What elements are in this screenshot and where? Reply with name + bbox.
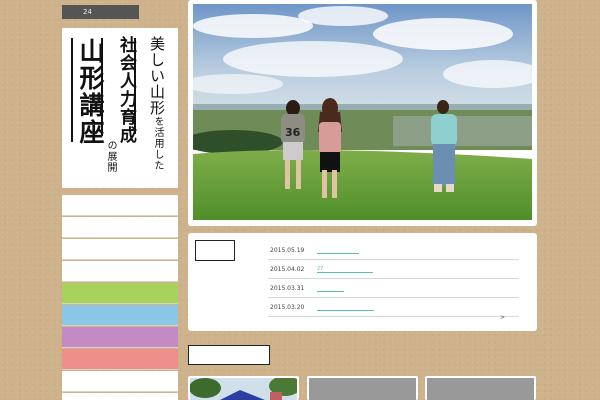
news-link[interactable] bbox=[317, 248, 359, 254]
menu-item-2[interactable] bbox=[62, 217, 178, 238]
title-line-1: 美しい山形を活用した bbox=[148, 36, 166, 171]
menu-item-blue[interactable] bbox=[62, 305, 178, 326]
news-row[interactable]: 2015.03.31 bbox=[268, 279, 519, 298]
news-panel: 2015.05.19 2015.04.02 27 2015.03.31 2015… bbox=[188, 233, 537, 331]
title-line-3: 山形講座 bbox=[76, 38, 105, 146]
menu-item-3[interactable] bbox=[62, 239, 178, 260]
thumbnail-1[interactable] bbox=[188, 376, 299, 400]
thumbnail-2[interactable] bbox=[307, 376, 418, 400]
news-more-link[interactable]: > bbox=[500, 314, 505, 321]
news-date: 2015.03.31 bbox=[270, 285, 305, 292]
news-date: 2015.03.20 bbox=[270, 304, 305, 311]
news-row[interactable]: 2015.03.20 bbox=[268, 298, 519, 317]
title-line-2: 社会人力育成 bbox=[116, 36, 136, 144]
news-row[interactable]: 2015.04.02 27 bbox=[268, 260, 519, 279]
title-rule-left bbox=[71, 38, 73, 142]
hero-photo: 36 bbox=[193, 4, 532, 220]
news-date: 2015.04.02 bbox=[270, 266, 305, 273]
menu-item-4[interactable] bbox=[62, 261, 178, 282]
section-heading-box bbox=[188, 345, 270, 365]
menu-item-9[interactable] bbox=[62, 371, 178, 392]
menu-item-purple[interactable] bbox=[62, 327, 178, 348]
news-link[interactable] bbox=[317, 305, 374, 311]
counter-text: 24 bbox=[83, 8, 92, 16]
thumbnail-photo bbox=[190, 378, 297, 400]
thumbnail-3[interactable] bbox=[425, 376, 536, 400]
menu-item-10[interactable] bbox=[62, 393, 178, 400]
news-link[interactable]: 27 bbox=[317, 267, 373, 273]
news-date: 2015.05.19 bbox=[270, 247, 305, 254]
menu-item-green[interactable] bbox=[62, 283, 178, 304]
counter-bar: 24 bbox=[62, 5, 139, 19]
menu-item-1[interactable] bbox=[62, 195, 178, 216]
news-heading-box bbox=[195, 240, 235, 261]
hero-photo-frame: 36 bbox=[188, 0, 537, 226]
side-menu bbox=[62, 195, 178, 400]
news-row[interactable]: 2015.05.19 bbox=[268, 241, 519, 260]
news-link[interactable] bbox=[317, 286, 344, 292]
title-line-4: の展開 bbox=[105, 140, 116, 173]
svg-text:36: 36 bbox=[285, 126, 301, 139]
menu-item-pink[interactable] bbox=[62, 349, 178, 370]
